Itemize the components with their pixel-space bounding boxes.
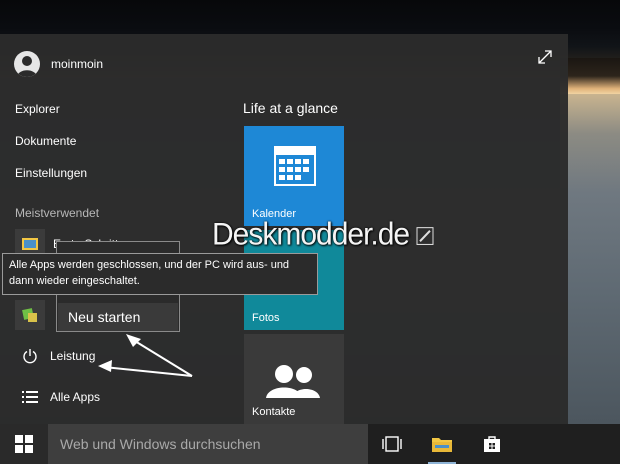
watermark: Deskmodder.de bbox=[212, 217, 434, 253]
file-explorer-button[interactable] bbox=[422, 424, 462, 464]
store-icon bbox=[484, 436, 500, 452]
start-button[interactable] bbox=[0, 424, 48, 464]
task-view-button[interactable] bbox=[372, 424, 412, 464]
windows-logo-icon bbox=[15, 435, 33, 453]
taskbar: Web und Windows durchsuchen bbox=[0, 424, 620, 464]
search-input[interactable]: Web und Windows durchsuchen bbox=[48, 424, 368, 464]
task-view-icon bbox=[382, 436, 402, 452]
watermark-text: Deskmodder.de bbox=[212, 217, 410, 252]
store-button[interactable] bbox=[472, 424, 512, 464]
pencil-icon bbox=[416, 227, 434, 246]
file-explorer-icon bbox=[432, 438, 452, 452]
